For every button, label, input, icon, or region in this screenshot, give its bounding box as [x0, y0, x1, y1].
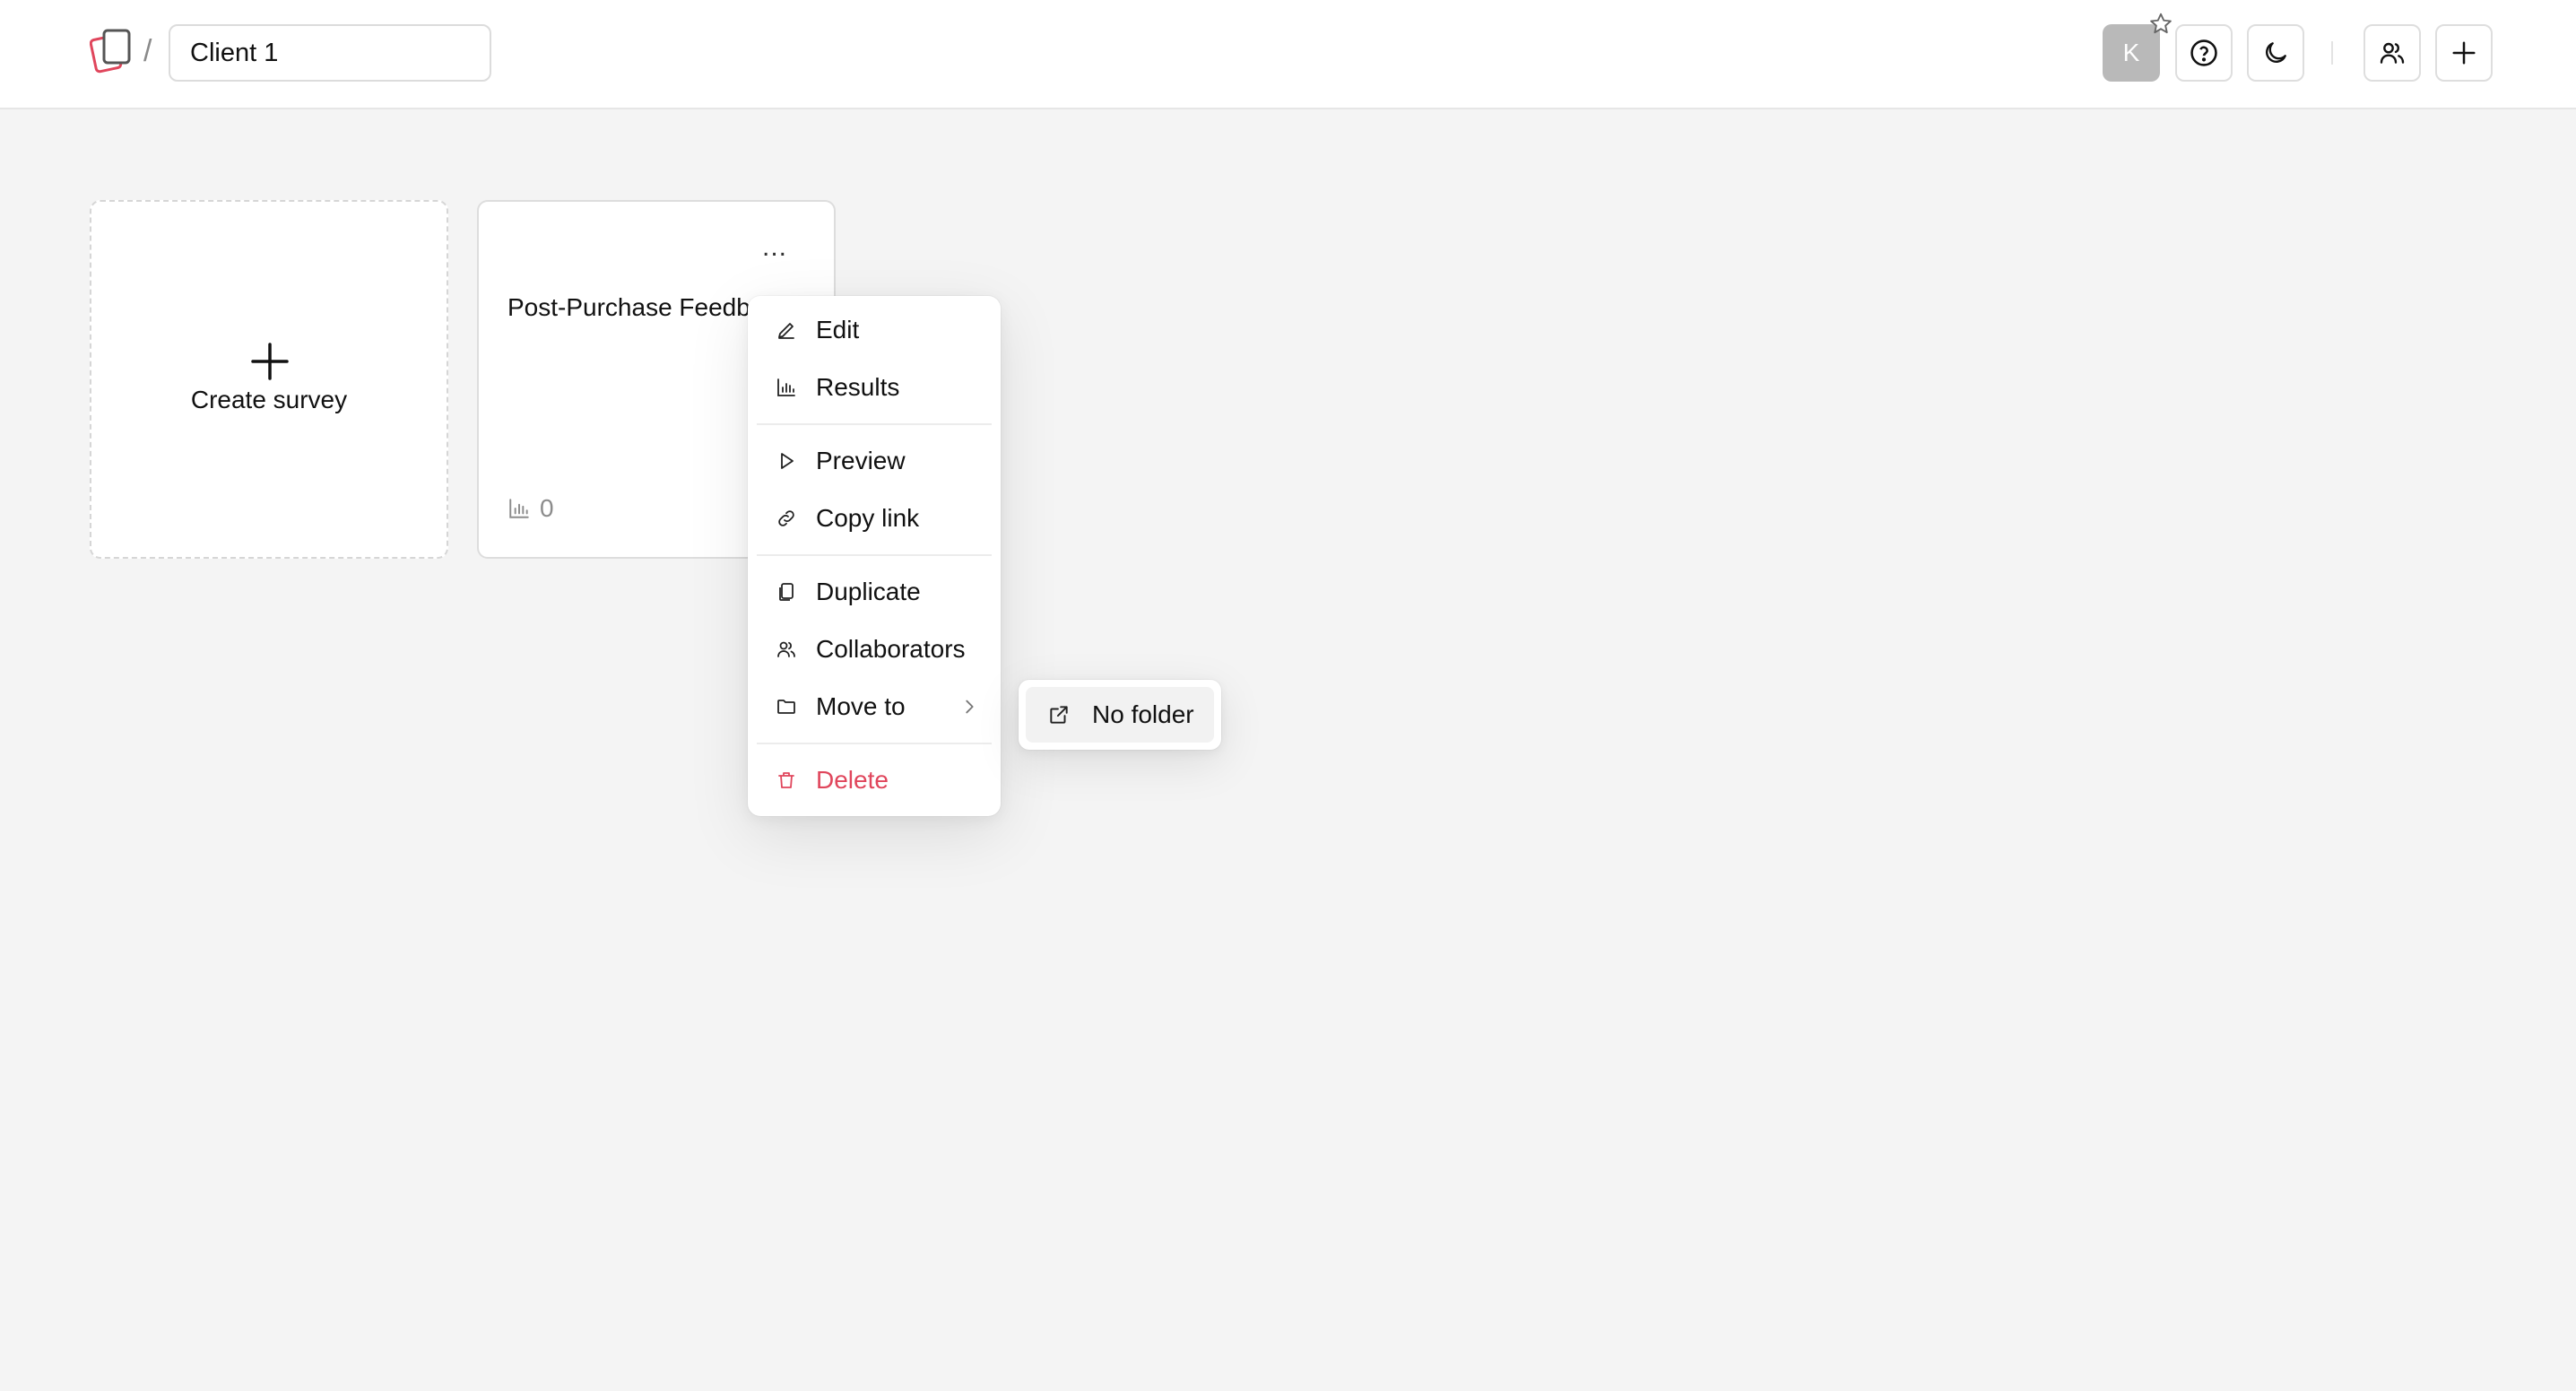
- logo-icon[interactable]: [90, 27, 134, 75]
- menu-item-label: Results: [816, 373, 900, 401]
- menu-item-copy-link[interactable]: Copy link: [748, 493, 1001, 543]
- play-icon: [775, 449, 798, 473]
- collaborators-icon: [2378, 39, 2407, 67]
- menu-item-label: Copy link: [816, 504, 920, 532]
- chevron-right-icon: [959, 697, 979, 717]
- folder-name-input[interactable]: Client 1: [169, 24, 491, 82]
- header-divider: [2331, 41, 2333, 65]
- create-survey-label: Create survey: [190, 386, 348, 413]
- menu-item-edit[interactable]: Edit: [748, 305, 1001, 355]
- copy-icon: [775, 580, 798, 604]
- survey-context-menu-panel: Edit Results Preview Copy link Duplicate…: [748, 296, 1001, 816]
- menu-divider: [757, 743, 992, 744]
- theme-toggle-button[interactable]: [2247, 24, 2304, 82]
- menu-divider: [757, 423, 992, 425]
- more-options-button[interactable]: ...: [750, 234, 800, 270]
- menu-divider: [757, 554, 992, 556]
- external-icon: [1047, 703, 1071, 726]
- menu-item-results[interactable]: Results: [748, 362, 1001, 413]
- menu-item-move-to[interactable]: Move to: [748, 682, 1001, 732]
- folder-icon: [775, 695, 798, 718]
- moon-icon: [2261, 39, 2290, 67]
- response-count: 0: [540, 494, 554, 522]
- move-to-submenu: No folder: [1019, 680, 1221, 750]
- trash-icon: [775, 769, 798, 792]
- star-icon[interactable]: [2147, 11, 2174, 38]
- submenu-item-label: No folder: [1092, 700, 1194, 728]
- menu-item-label: Move to: [816, 692, 906, 720]
- menu-item-preview[interactable]: Preview: [748, 436, 1001, 486]
- submenu-item-no-folder[interactable]: No folder: [1026, 687, 1214, 743]
- help-icon: [2189, 38, 2219, 68]
- collaborators-button[interactable]: [2364, 24, 2421, 82]
- add-button[interactable]: [2435, 24, 2493, 82]
- menu-item-label: Duplicate: [816, 578, 921, 605]
- survey-stats: 0: [507, 494, 554, 523]
- menu-item-label: Collaborators: [816, 635, 966, 663]
- bar-chart-icon: [775, 376, 798, 399]
- menu-item-label: Edit: [816, 316, 860, 343]
- menu-item-label: Delete: [816, 766, 889, 794]
- plus-icon: [249, 341, 291, 382]
- pencil-icon: [775, 318, 798, 342]
- breadcrumb-separator: /: [143, 34, 152, 68]
- bar-chart-icon: [507, 497, 531, 520]
- link-icon: [775, 507, 798, 530]
- menu-item-label: Preview: [816, 447, 906, 474]
- menu-item-delete[interactable]: Delete: [748, 755, 1001, 805]
- top-bar: / Client 1 K: [0, 0, 2576, 109]
- create-survey-card[interactable]: Create survey: [90, 200, 448, 559]
- help-button[interactable]: [2175, 24, 2233, 82]
- users-icon: [775, 638, 798, 661]
- menu-item-collaborators[interactable]: Collaborators: [748, 624, 1001, 674]
- plus-icon: [2450, 39, 2477, 66]
- menu-item-duplicate[interactable]: Duplicate: [748, 567, 1001, 617]
